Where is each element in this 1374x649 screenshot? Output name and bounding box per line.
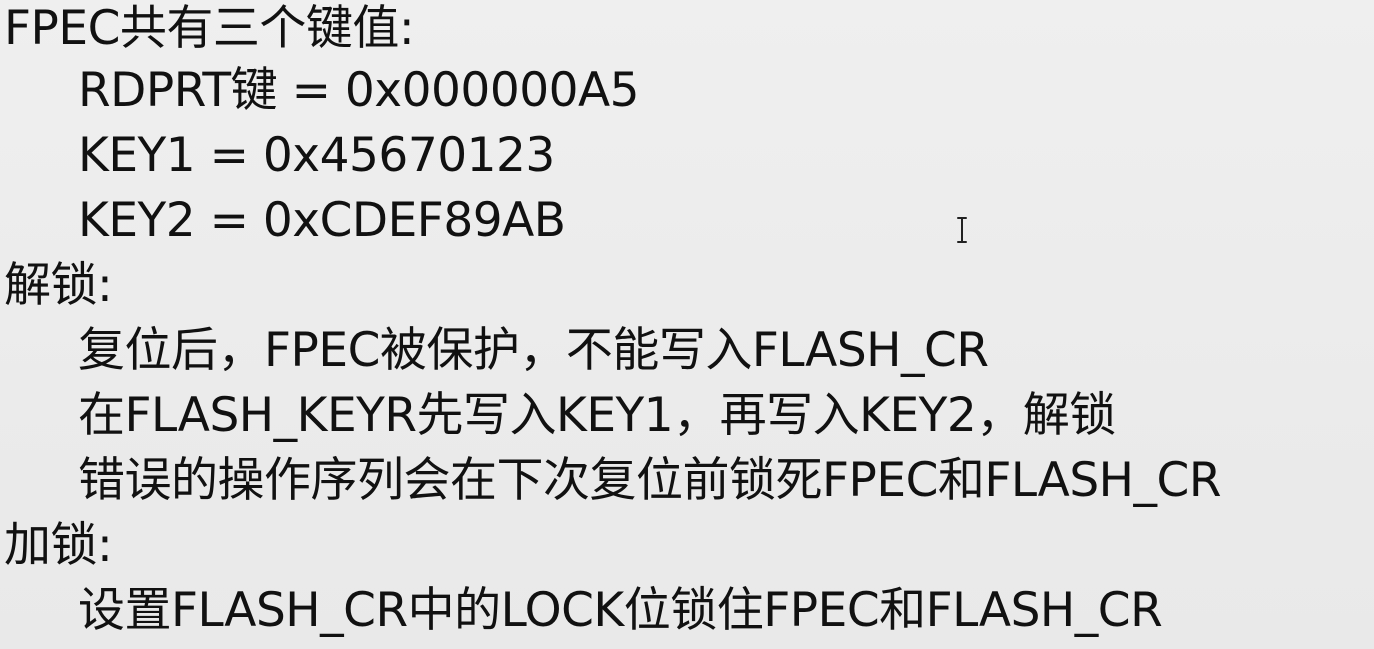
text-cursor-icon	[957, 217, 967, 243]
slide: FPEC共有三个键值: RDPRT键 = 0x000000A5 KEY1 = 0…	[0, 0, 1374, 649]
list-item-rdprt-key: RDPRT键 = 0x000000A5	[78, 63, 640, 118]
section-heading-unlock: 解锁:	[4, 258, 113, 313]
list-item-set-lock-bit: 设置FLASH_CR中的LOCK位锁住FPEC和FLASH_CR	[78, 583, 1163, 638]
list-item-after-reset: 复位后，FPEC被保护，不能写入FLASH_CR	[78, 323, 989, 378]
section-heading-keys: FPEC共有三个键值:	[4, 1, 415, 56]
list-item-wrong-sequence: 错误的操作序列会在下次复位前锁死FPEC和FLASH_CR	[78, 453, 1222, 508]
section-heading-lock: 加锁:	[4, 518, 113, 573]
list-item-key2: KEY2 = 0xCDEF89AB	[78, 193, 566, 248]
list-item-key1: KEY1 = 0x45670123	[78, 128, 555, 183]
list-item-unlock-sequence: 在FLASH_KEYR先写入KEY1，再写入KEY2，解锁	[78, 388, 1116, 443]
